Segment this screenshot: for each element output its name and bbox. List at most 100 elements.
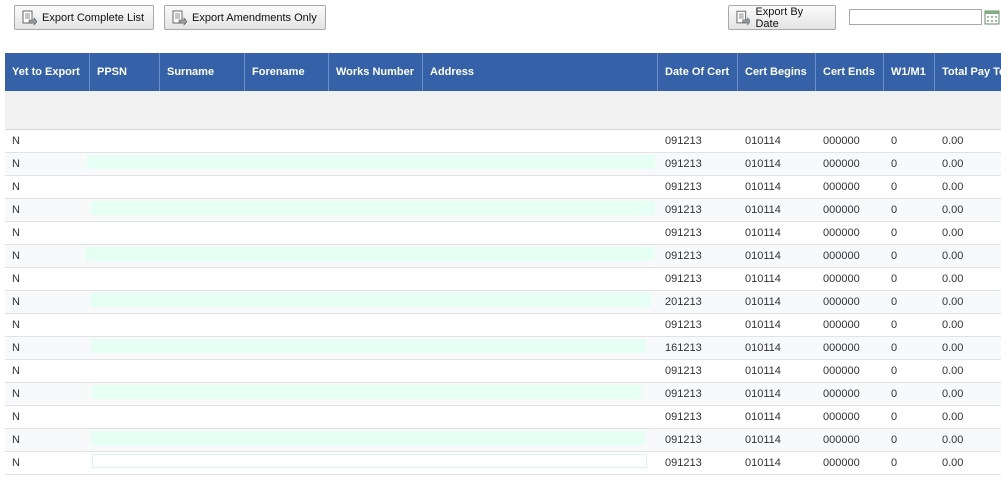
cell-cert-ends: 000000 — [823, 250, 860, 262]
cell-w1m1: 0 — [891, 204, 898, 216]
table-row[interactable]: N 091213 010114 000000 0 0.00 — [5, 406, 1001, 429]
cell-cert-begins: 010114 — [745, 204, 781, 216]
export-complete-list-button[interactable]: Export Complete List — [14, 5, 154, 30]
cell-yet-to-export: N — [12, 365, 20, 377]
table-row[interactable]: N 201213 010114 000000 0 0.00 — [5, 291, 1001, 314]
cell-yet-to-export: N — [12, 457, 20, 469]
grid-header: Yet to Export PPSN Surname Forename Work… — [5, 53, 1001, 91]
cell-total-pay-to-date: 0.00 — [942, 158, 964, 170]
table-row[interactable]: N 091213 010114 000000 0 0.00 — [5, 268, 1001, 291]
cell-date-of-cert: 091213 — [665, 434, 702, 446]
table-row[interactable]: N 091213 010114 000000 0 0.00 — [5, 314, 1001, 337]
cell-date-of-cert: 091213 — [665, 158, 702, 170]
column-header-works-number[interactable]: Works Number — [329, 53, 423, 91]
cell-yet-to-export: N — [12, 319, 20, 331]
cell-yet-to-export: N — [12, 250, 20, 262]
cell-yet-to-export: N — [12, 296, 20, 308]
cell-date-of-cert: 091213 — [665, 388, 702, 400]
table-row[interactable]: N 091213 010114 000000 0 0.00 — [5, 383, 1001, 406]
cell-date-of-cert: 091213 — [665, 227, 702, 239]
cell-cert-ends: 000000 — [823, 365, 860, 377]
table-row[interactable]: N 091213 010114 000000 0 0.00 — [5, 452, 1001, 475]
cell-w1m1: 0 — [891, 273, 898, 285]
cell-cert-begins: 010114 — [745, 227, 781, 239]
column-header-cert-begins[interactable]: Cert Begins — [738, 53, 816, 91]
redacted-block — [85, 247, 655, 261]
table-row[interactable]: N 161213 010114 000000 0 0.00 — [5, 337, 1001, 360]
column-header-surname[interactable]: Surname — [160, 53, 245, 91]
cell-yet-to-export: N — [12, 388, 20, 400]
column-header-cert-ends[interactable]: Cert Ends — [816, 53, 884, 91]
cell-total-pay-to-date: 0.00 — [942, 250, 964, 262]
export-document-icon — [22, 10, 37, 26]
cell-cert-ends: 000000 — [823, 342, 860, 354]
redacted-block — [91, 201, 655, 215]
cell-cert-ends: 000000 — [823, 158, 860, 170]
cell-date-of-cert: 091213 — [665, 181, 702, 193]
export-grid: Yet to Export PPSN Surname Forename Work… — [5, 53, 1001, 475]
redacted-block — [92, 385, 642, 399]
cell-date-of-cert: 091213 — [665, 135, 702, 147]
cell-cert-begins: 010114 — [745, 158, 781, 170]
cell-total-pay-to-date: 0.00 — [942, 365, 964, 377]
cell-cert-ends: 000000 — [823, 135, 860, 147]
table-row[interactable]: N 091213 010114 000000 0 0.00 — [5, 222, 1001, 245]
table-row[interactable]: N 091213 010114 000000 0 0.00 — [5, 360, 1001, 383]
cell-yet-to-export: N — [12, 434, 20, 446]
cell-total-pay-to-date: 0.00 — [942, 181, 964, 193]
cell-total-pay-to-date: 0.00 — [942, 319, 964, 331]
cell-cert-begins: 010114 — [745, 250, 781, 262]
cell-cert-ends: 000000 — [823, 181, 860, 193]
cell-w1m1: 0 — [891, 296, 898, 308]
cell-w1m1: 0 — [891, 135, 898, 147]
cell-cert-begins: 010114 — [745, 342, 781, 354]
redacted-block — [92, 454, 647, 468]
cell-total-pay-to-date: 0.00 — [942, 457, 964, 469]
export-date-input[interactable] — [849, 9, 982, 25]
cell-yet-to-export: N — [12, 273, 20, 285]
export-complete-list-label: Export Complete List — [42, 11, 145, 24]
cell-total-pay-to-date: 0.00 — [942, 135, 964, 147]
cell-cert-ends: 000000 — [823, 388, 860, 400]
cell-cert-ends: 000000 — [823, 434, 860, 446]
column-header-total-pay-to-date[interactable]: Total Pay To Date — [935, 53, 1001, 91]
column-header-w1m1[interactable]: W1/M1 — [884, 53, 935, 91]
cell-cert-begins: 010114 — [745, 273, 781, 285]
cell-cert-begins: 010114 — [745, 181, 781, 193]
calendar-icon[interactable] — [984, 9, 1000, 25]
export-by-date-button[interactable]: Export By Date — [728, 5, 836, 30]
table-row[interactable]: N 091213 010114 000000 0 0.00 — [5, 245, 1001, 268]
cell-yet-to-export: N — [12, 181, 20, 193]
cell-w1m1: 0 — [891, 181, 898, 193]
export-amendments-only-button[interactable]: Export Amendments Only — [164, 5, 326, 30]
cell-yet-to-export: N — [12, 342, 20, 354]
column-header-forename[interactable]: Forename — [245, 53, 329, 91]
column-header-yet-to-export[interactable]: Yet to Export — [5, 53, 90, 91]
cell-cert-ends: 000000 — [823, 296, 860, 308]
cell-cert-ends: 000000 — [823, 204, 860, 216]
redacted-block — [91, 431, 645, 445]
cell-date-of-cert: 201213 — [665, 296, 702, 308]
cell-w1m1: 0 — [891, 342, 898, 354]
cell-total-pay-to-date: 0.00 — [942, 434, 964, 446]
table-row[interactable]: N 091213 010114 000000 0 0.00 — [5, 176, 1001, 199]
table-row[interactable]: N 091213 010114 000000 0 0.00 — [5, 429, 1001, 452]
cell-cert-begins: 010114 — [745, 319, 781, 331]
cell-yet-to-export: N — [12, 411, 20, 423]
cell-w1m1: 0 — [891, 319, 898, 331]
table-row[interactable]: N 091213 010114 000000 0 0.00 — [5, 153, 1001, 176]
cell-cert-begins: 010114 — [745, 296, 781, 308]
cell-cert-begins: 010114 — [745, 457, 781, 469]
column-header-ppsn[interactable]: PPSN — [90, 53, 160, 91]
column-header-date-of-cert[interactable]: Date Of Cert — [658, 53, 738, 91]
cell-total-pay-to-date: 0.00 — [942, 388, 964, 400]
table-row[interactable]: N 091213 010114 000000 0 0.00 — [5, 199, 1001, 222]
redacted-block — [91, 339, 646, 353]
cell-cert-begins: 010114 — [745, 388, 781, 400]
cell-date-of-cert: 091213 — [665, 365, 702, 377]
grid-body: N 091213 010114 000000 0 0.00 N 091213 010114 000… — [5, 130, 1001, 475]
column-header-address[interactable]: Address — [423, 53, 658, 91]
table-row[interactable]: N 091213 010114 000000 0 0.00 — [5, 130, 1001, 153]
cell-date-of-cert: 091213 — [665, 204, 702, 216]
cell-w1m1: 0 — [891, 457, 898, 469]
